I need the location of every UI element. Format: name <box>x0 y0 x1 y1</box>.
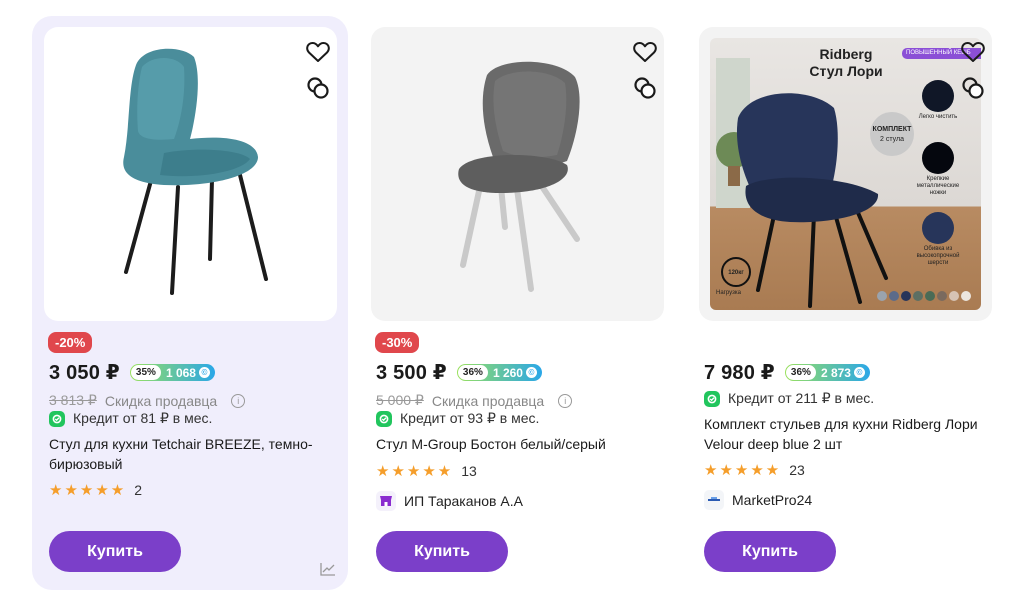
discount-badge: -30% <box>375 332 420 353</box>
price-row: 7 980 ₽ 36% 2 873 © <box>704 360 870 385</box>
credit-text: Кредит от 211 ₽ в мес. <box>728 390 875 406</box>
cashback-badge: 35% 1 068 © <box>129 364 215 381</box>
credit-row[interactable]: Кредит от 81 ₽ в мес. <box>49 410 212 427</box>
cashback-coin-icon: © <box>853 367 865 378</box>
star-icon: ★★★★★ <box>49 482 127 499</box>
trend-icon[interactable] <box>320 562 336 576</box>
cashback-coin-icon: © <box>198 367 210 378</box>
cashback-value-wrap: 1 068 © <box>161 366 214 380</box>
promo-load-label: Нагрузка <box>716 290 741 296</box>
credit-icon <box>376 410 392 427</box>
chair-gray-image <box>458 61 580 292</box>
cashback-badge: 36% 1 260 © <box>456 364 542 381</box>
cashback-value: 2 873 <box>820 365 851 380</box>
cashback-percent: 35% <box>130 365 161 380</box>
product-image[interactable] <box>371 27 664 321</box>
promo-name: Стул Лори <box>809 63 883 79</box>
seller-name: MarketPro24 <box>732 492 813 508</box>
compare-icon <box>962 77 984 99</box>
cashback-value: 1 068 <box>165 365 196 380</box>
promo-feature-3: Обивка из высокопрочной шерсти <box>916 246 960 266</box>
cashback-coin-icon: © <box>525 367 537 378</box>
seller-icon <box>376 491 396 511</box>
price: 7 980 ₽ <box>704 362 775 384</box>
rating-count: 13 <box>461 463 477 479</box>
rating: ★★★★★ 23 <box>704 461 805 479</box>
promo-brand: Ridberg <box>819 46 873 62</box>
seller[interactable]: ИП Тараканов А.А <box>376 491 523 511</box>
promo-load-value: 120кг <box>728 270 744 276</box>
credit-icon <box>49 410 65 427</box>
product-image[interactable]: Ridberg Стул Лори ПОВЫШЕННЫЙ КЕШБ КОМПЛЕ… <box>699 27 992 321</box>
cashback-percent: 36% <box>785 365 816 380</box>
buy-button[interactable]: Купить <box>704 531 836 572</box>
rating-count: 2 <box>134 482 143 498</box>
buy-button[interactable]: Купить <box>376 531 508 572</box>
compare-icon <box>307 77 329 99</box>
seller-icon <box>704 490 724 510</box>
credit-text: Кредит от 93 ₽ в мес. <box>400 410 540 426</box>
info-icon[interactable]: i <box>558 393 573 408</box>
rating: ★★★★★ 2 <box>49 481 142 499</box>
credit-icon <box>704 390 720 407</box>
heart-icon <box>306 42 330 62</box>
rating: ★★★★★ 13 <box>376 462 477 480</box>
discount-badge: -20% <box>48 332 93 353</box>
star-icon: ★★★★★ <box>704 462 782 479</box>
chair-teal-image <box>123 48 268 295</box>
product-image[interactable] <box>44 27 337 321</box>
credit-row[interactable]: Кредит от 93 ₽ в мес. <box>376 410 539 427</box>
buy-button[interactable]: Купить <box>49 531 181 572</box>
promo-feature-1: Легко чистить <box>918 114 958 120</box>
old-price: 3 813 ₽ <box>49 392 97 408</box>
product-title[interactable]: Стул M-Group Бостон белый/серый <box>376 434 661 454</box>
compare-button[interactable] <box>631 74 659 102</box>
product-card[interactable]: -20% 3 050 ₽ 35% 1 068 © 3 813 ₽ Скидка п… <box>32 16 348 590</box>
seller-discount-label: Скидка продавца <box>431 392 545 409</box>
cashback-value-wrap: 2 873 © <box>816 366 869 380</box>
product-title[interactable]: Комплект стульев для кухни Ridberg Лори … <box>704 414 989 454</box>
product-title[interactable]: Стул для кухни Tetchair BREEZE, темно-би… <box>49 434 334 474</box>
favorite-button[interactable] <box>304 38 332 66</box>
compare-icon <box>634 77 656 99</box>
price-row: 3 500 ₽ 36% 1 260 © <box>376 360 542 385</box>
old-price: 5 000 ₽ <box>376 392 424 408</box>
promo-image: Ridberg Стул Лори ПОВЫШЕННЫЙ КЕШБ КОМПЛЕ… <box>710 38 981 310</box>
price: 3 050 ₽ <box>49 362 120 384</box>
product-card[interactable]: -30% 3 500 ₽ 36% 1 260 © 5 000 ₽ Скидка п… <box>359 16 675 590</box>
favorite-button[interactable] <box>959 38 987 66</box>
product-card[interactable]: Ridberg Стул Лори ПОВЫШЕННЫЙ КЕШБ КОМПЛЕ… <box>687 16 1003 590</box>
price-row: 3 050 ₽ 35% 1 068 © <box>49 360 215 385</box>
cashback-badge: 36% 2 873 © <box>784 364 870 381</box>
old-price-row: 3 813 ₽ Скидка продавца i <box>49 392 246 409</box>
compare-button[interactable] <box>959 74 987 102</box>
seller-name: ИП Тараканов А.А <box>404 493 523 509</box>
promo-kit-line2: 2 стула <box>880 136 904 143</box>
cashback-percent: 36% <box>457 365 488 380</box>
cashback-value: 1 260 <box>492 365 523 380</box>
promo-feature-2: Крепкие металлические ножки <box>916 176 960 196</box>
rating-count: 23 <box>789 462 805 478</box>
seller[interactable]: MarketPro24 <box>704 490 812 510</box>
credit-row[interactable]: Кредит от 211 ₽ в мес. <box>704 390 874 407</box>
seller-discount-label: Скидка продавца <box>104 392 218 409</box>
heart-icon <box>961 42 985 62</box>
compare-button[interactable] <box>304 74 332 102</box>
price: 3 500 ₽ <box>376 362 447 384</box>
credit-text: Кредит от 81 ₽ в мес. <box>73 410 213 426</box>
old-price-row: 5 000 ₽ Скидка продавца i <box>376 392 573 409</box>
favorite-button[interactable] <box>631 38 659 66</box>
star-icon: ★★★★★ <box>376 463 454 480</box>
info-icon[interactable]: i <box>231 393 246 408</box>
cashback-value-wrap: 1 260 © <box>488 366 541 380</box>
promo-kit-line1: КОМПЛЕКТ <box>872 126 912 133</box>
heart-icon <box>633 42 657 62</box>
